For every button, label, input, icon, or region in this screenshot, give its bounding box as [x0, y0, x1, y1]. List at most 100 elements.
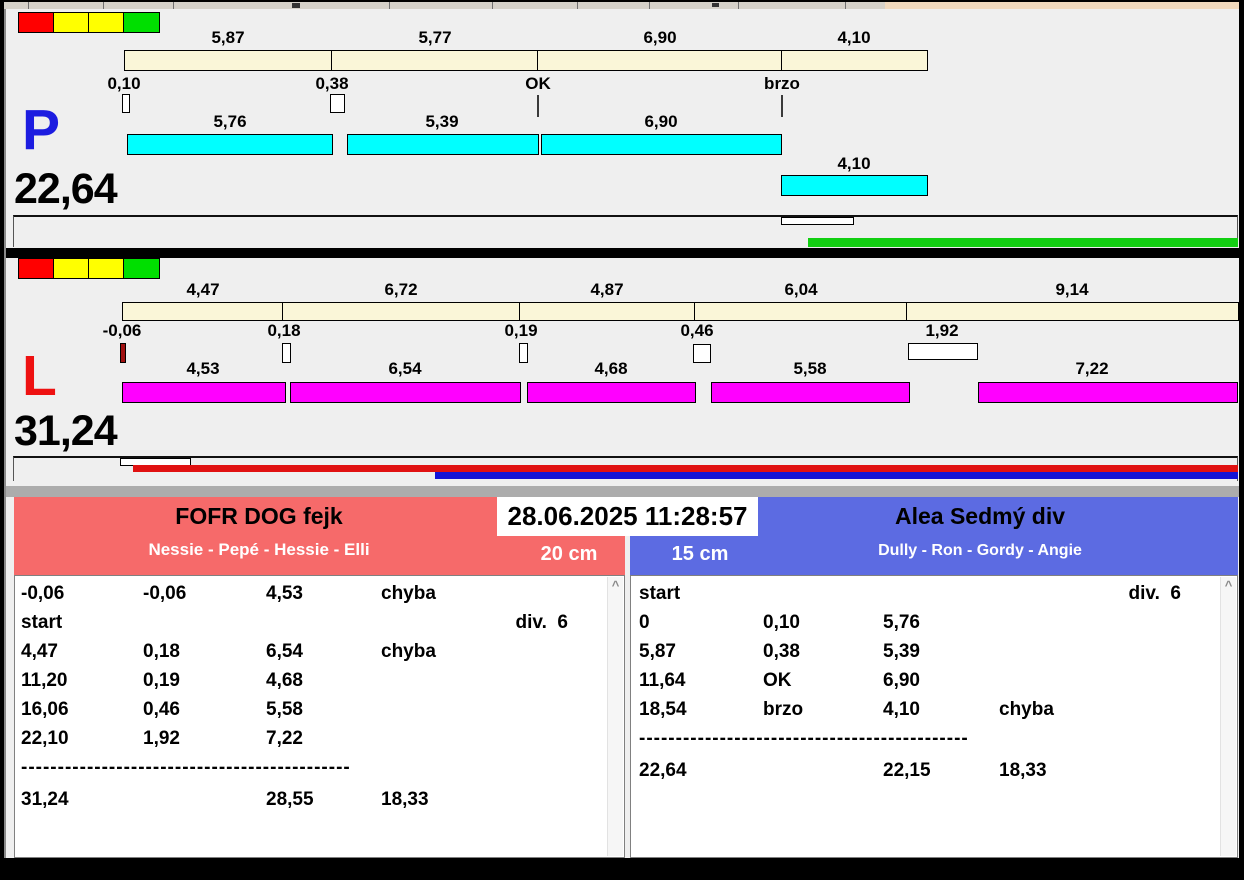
- timing-app-window: 5,87 5,77 6,90 4,10 0,10 0,38 OK brzo P …: [0, 0, 1244, 880]
- table-row: 11,20 0,19 4,68: [21, 670, 303, 691]
- left-results-area[interactable]: -0,06 -0,06 4,53 chyba start div. 6 4,47…: [14, 575, 625, 858]
- table-row: 11,64 OK 6,90: [639, 670, 920, 691]
- toolbar-separator: [738, 2, 739, 9]
- plan-segment-bar: [519, 302, 696, 321]
- status-light-red: [18, 12, 54, 33]
- run-segment-bar: [781, 175, 928, 196]
- plan-segment-bar: [124, 50, 333, 71]
- toolbar-separator: [845, 2, 846, 9]
- status-light-yellow-2: [88, 12, 124, 33]
- timestamp: 28.06.2025 11:28:57: [497, 497, 758, 536]
- run-segment-value: 6,90: [644, 112, 678, 131]
- plan-segment-bar: [781, 50, 928, 71]
- track-l-total: 31,24: [14, 407, 118, 455]
- plan-segment-value: 5,87: [211, 28, 245, 47]
- progress-marker: [781, 217, 854, 225]
- change-box: [693, 344, 711, 363]
- window-border-right: [1239, 0, 1244, 880]
- dropdown-arrow-icon: [712, 3, 719, 7]
- change-tick: [781, 95, 783, 117]
- change-box: [122, 94, 130, 113]
- table-row: -0,06 -0,06 4,53 chyba: [21, 583, 436, 604]
- plan-segment-value: 9,14: [1055, 280, 1089, 299]
- table-row: 16,06 0,46 5,58: [21, 699, 303, 720]
- table-row: start div. 6: [21, 612, 568, 633]
- split-mark-label: 1,92: [925, 321, 959, 340]
- left-team-dogs: Nessie - Pepé - Hessie - Elli: [148, 540, 370, 559]
- plan-segment-value: 6,04: [784, 280, 818, 299]
- left-team-name: FOFR DOG fejk: [175, 503, 343, 529]
- panel-divider: [4, 486, 1239, 497]
- run-segment-value: 7,22: [1075, 359, 1109, 378]
- plan-segment-bar: [331, 50, 539, 71]
- toolbar-separator: [649, 2, 650, 9]
- right-team-dogs: Dully - Ron - Gordy - Angie: [878, 542, 1082, 559]
- change-box-early: [120, 343, 126, 363]
- table-row: 18,54 brzo 4,10 chyba: [639, 699, 1054, 720]
- run-segment-value: 4,68: [594, 359, 628, 378]
- change-tick: [537, 95, 539, 117]
- right-jump-height: 15 cm: [671, 543, 729, 565]
- run-segment-value: 6,54: [388, 359, 422, 378]
- toolbar-separator: [577, 2, 578, 9]
- window-border-bottom: [0, 858, 1244, 880]
- split-mark-label: 0,18: [267, 321, 301, 340]
- section-divider: [0, 248, 1244, 258]
- table-row: start div. 6: [639, 583, 1181, 604]
- plan-segment-bar: [694, 302, 908, 321]
- plan-segment-bar: [282, 302, 521, 321]
- plan-segment-bar: [122, 302, 284, 321]
- toolbar-fragment[interactable]: [4, 2, 1239, 9]
- run-segment-bar: [347, 134, 539, 155]
- track-p-total: 22,64: [14, 165, 118, 213]
- plan-segment-bar: [906, 302, 1239, 321]
- window-border-top: [0, 0, 1244, 2]
- run-segment-value: 5,58: [793, 359, 827, 378]
- total-row: 22,64 22,15 18,33: [639, 760, 1047, 781]
- toolbar-glyph: [292, 3, 300, 8]
- scroll-up-icon[interactable]: ^: [1221, 579, 1236, 592]
- plan-segment-bar: [537, 50, 783, 71]
- run-segment-bar: [290, 382, 521, 403]
- window-frame-line: [4, 9, 6, 858]
- split-mark-label: 0,10: [107, 74, 141, 93]
- plan-segment-value: 6,90: [643, 28, 677, 47]
- scrollbar[interactable]: ^: [1220, 577, 1236, 856]
- left-jump-height: 20 cm: [540, 543, 598, 565]
- right-results-area[interactable]: start div. 6 0 0,10 5,76 5,87 0,38 5,39 …: [630, 575, 1238, 858]
- change-box: [282, 343, 291, 363]
- split-mark-label: OK: [525, 74, 551, 93]
- status-light-green: [123, 12, 160, 33]
- status-light-red: [18, 258, 54, 279]
- run-segment-value: 4,53: [186, 359, 220, 378]
- progress-bar-blue: [435, 472, 1238, 479]
- toolbar-accent-area: [885, 2, 1239, 9]
- table-row: 4,47 0,18 6,54 chyba: [21, 641, 436, 662]
- status-light-yellow-2: [88, 258, 124, 279]
- status-light-green: [123, 258, 160, 279]
- run-segment-bar: [122, 382, 286, 403]
- progress-bar-green: [808, 238, 1238, 247]
- plan-segment-value: 4,47: [186, 280, 220, 299]
- run-segment-bar: [978, 382, 1238, 403]
- run-segment-value: 5,76: [213, 112, 247, 131]
- total-row: 31,24 28,55 18,33: [21, 789, 429, 810]
- table-row: 5,87 0,38 5,39: [639, 641, 920, 662]
- scrollbar[interactable]: ^: [607, 577, 623, 856]
- split-mark-label: 0,19: [504, 321, 538, 340]
- run-segment-bar: [527, 382, 696, 403]
- separator-row: ----------------------------------------…: [639, 728, 969, 749]
- status-light-yellow-1: [53, 258, 89, 279]
- track-p-label: P: [22, 98, 61, 162]
- run-segment-bar: [127, 134, 333, 155]
- right-team-name: Alea Sedmý div: [894, 503, 1066, 529]
- toolbar-separator: [103, 2, 104, 9]
- plan-segment-value: 4,87: [590, 280, 624, 299]
- scroll-up-icon[interactable]: ^: [608, 579, 623, 592]
- plan-segment-value: 4,10: [837, 28, 871, 47]
- run-segment-value: 4,10: [837, 154, 871, 173]
- run-segment-value: 5,39: [425, 112, 459, 131]
- track-l-label: L: [22, 344, 57, 408]
- table-row: 0 0,10 5,76: [639, 612, 920, 633]
- split-mark-label: 0,46: [680, 321, 714, 340]
